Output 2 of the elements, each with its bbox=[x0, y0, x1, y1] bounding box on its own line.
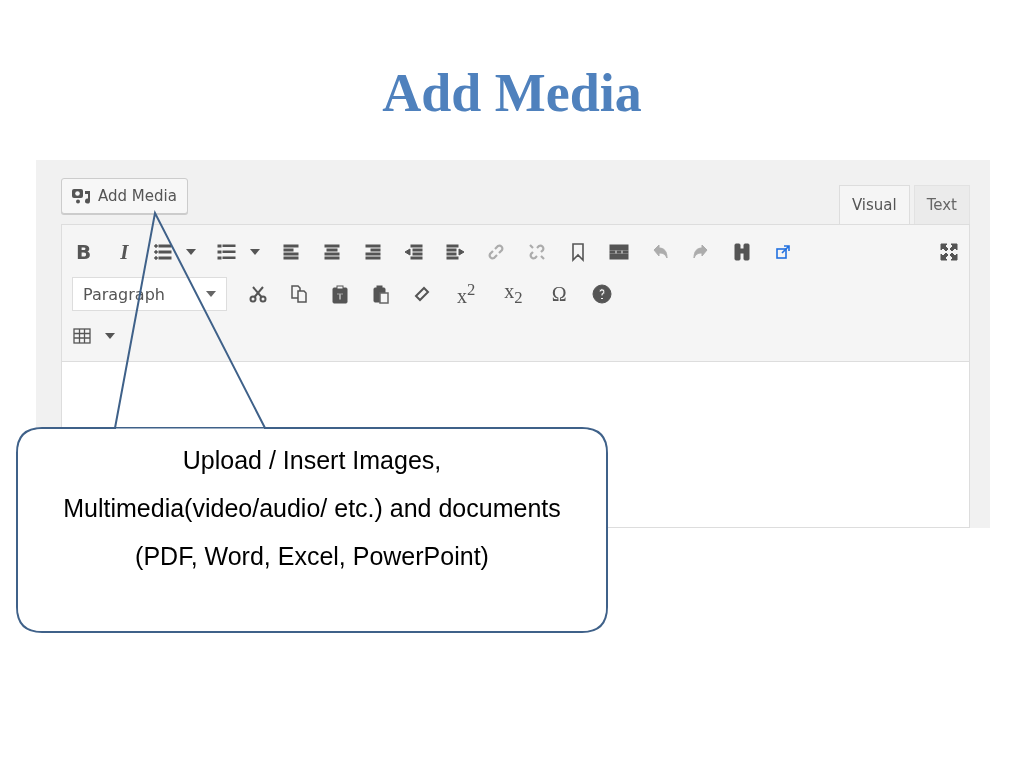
slide-title: Add Media bbox=[381, 62, 643, 125]
callout-text: Upload / Insert Images, Multimedia(video/audio/ etc.) and documents (PDF, Word, Excel, PowerPoint) bbox=[62, 445, 562, 572]
